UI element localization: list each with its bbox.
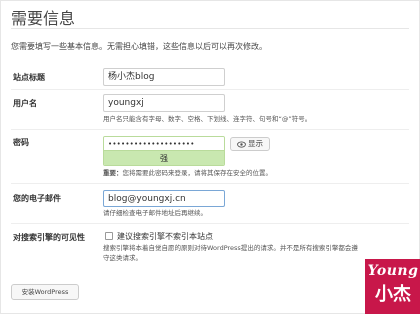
intro-text: 您需要填写一些基本信息。无需担心填错，这些信息以后可以再次修改。 [11,42,267,51]
noindex-checkbox-label[interactable]: 建议搜索引擎不索引本站点 [117,231,213,242]
password-strength-meter: 强 [104,151,224,165]
stamp-line-1: Young [367,263,419,279]
show-password-label: 显示 [248,139,263,148]
password-hint: 重要：您将需要此密码来登录，请将其保存在安全的位置。 [103,168,272,178]
site-title-label: 站点标题 [13,73,45,82]
site-title-input[interactable]: 杨小杰blog [103,68,225,86]
title-divider [11,28,409,29]
install-wordpress-button[interactable]: 安装WordPress [11,284,79,300]
email-hint: 请仔细检查电子邮件地址后再继续。 [103,209,207,217]
page-title: 需要信息 [11,9,76,28]
username-input[interactable]: youngxj [103,94,225,112]
username-label: 用户名 [13,99,37,108]
row-divider [11,223,409,224]
email-label: 您的电子邮件 [13,194,61,203]
password-hint-text: 您将需要此密码来登录，请将其保存在安全的位置。 [122,169,273,177]
password-hint-important: 重要： [103,169,123,177]
row-divider [11,183,409,184]
email-input[interactable]: blog@youngxj.cn [103,190,225,207]
password-input[interactable]: •••••••••••••••••••• [104,137,224,151]
search-visibility-hint: 搜索引擎将本着自觉自愿的原则对待WordPress提出的请求。并不是所有搜索引擎… [103,244,358,262]
password-label: 密码 [13,138,29,147]
show-password-button[interactable]: 显示 [230,137,270,151]
password-field-group: •••••••••••••••••••• 强 [103,136,225,166]
row-divider [11,129,409,130]
username-hint: 用户名只能含有字母、数字、空格、下划线、连字符、句号和“@”符号。 [103,115,312,123]
eye-icon [237,140,246,148]
search-visibility-label: 对搜索引擎的可见性 [13,233,85,242]
row-divider [11,89,409,90]
watermark-stamp: Young 小杰 [365,259,420,314]
stamp-line-2: 小杰 [375,284,411,305]
setup-page: 需要信息 您需要填写一些基本信息。无需担心填错，这些信息以后可以再次修改。 站点… [0,0,420,314]
noindex-checkbox[interactable] [105,232,113,240]
